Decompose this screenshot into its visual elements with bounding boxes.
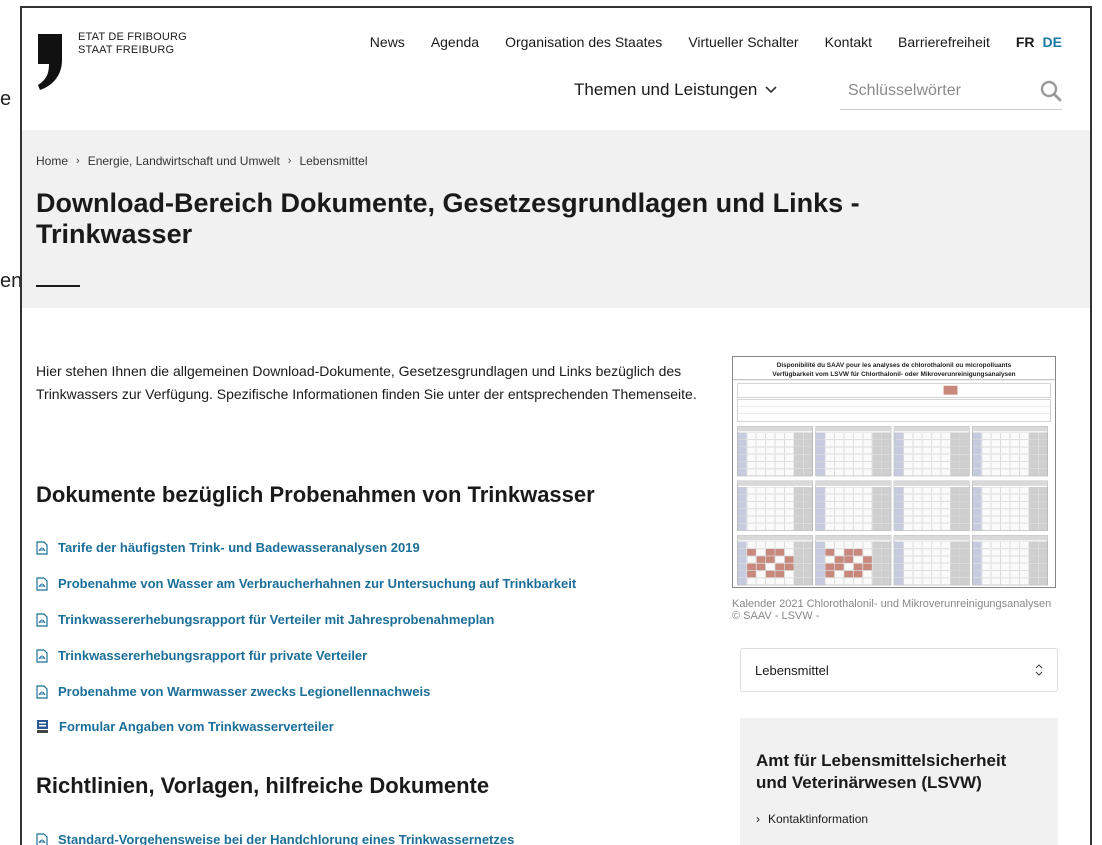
themen-menu-button[interactable]: Themen und Leistungen <box>574 80 777 100</box>
contact-box: Amt für Lebensmittelsicherheit und Veter… <box>740 718 1058 845</box>
section-heading-probenahmen: Dokumente bezüglich Probenahmen von Trin… <box>36 482 595 507</box>
edge-text-1: e <box>0 88 12 110</box>
intro-paragraph: Hier stehen Ihnen die allgemeinen Downlo… <box>36 363 697 402</box>
contact-info-link[interactable]: › Kontaktinformation <box>756 812 1042 826</box>
download-link[interactable]: Probenahme von Wasser am Verbraucherhahn… <box>36 576 576 591</box>
nav-organisation[interactable]: Organisation des Staates <box>505 34 662 50</box>
download-link[interactable]: Standard-Vorgehensweise bei der Handchlo… <box>36 832 514 845</box>
nav-news[interactable]: News <box>370 34 405 50</box>
nav-virtueller-schalter[interactable]: Virtueller Schalter <box>688 34 798 50</box>
download-link-label: Tarife der häufigsten Trink- und Badewas… <box>58 540 420 555</box>
browser-frame: ETAT DE FRIBOURG STAAT FREIBURG News Age… <box>20 6 1092 845</box>
calendar-title-fr: Disponibilité du SAAV pour les analyses … <box>777 362 1012 369</box>
language-switcher: FR DE <box>1016 34 1062 50</box>
themen-label: Themen und Leistungen <box>574 80 758 99</box>
calendar-months <box>737 426 1048 586</box>
download-link-label: Probenahme von Wasser am Verbraucherhahn… <box>58 576 577 591</box>
docx-icon <box>37 720 48 733</box>
page-hero: Home › Energie, Landwirtschaft und Umwel… <box>22 130 1090 308</box>
select-arrows-icon <box>1035 664 1043 676</box>
download-link-label: Formular Angaben vom Trinkwasserverteile… <box>59 719 334 734</box>
download-link[interactable]: Formular Angaben vom Trinkwasserverteile… <box>36 719 334 734</box>
title-underline <box>36 285 80 287</box>
pdf-icon <box>36 648 48 663</box>
pdf-icon <box>36 576 48 591</box>
calendar-title-de: Verfügbarkeit vom LSVW für Chlorthalonil… <box>772 371 1015 378</box>
search-bar <box>840 72 1062 110</box>
search-input[interactable] <box>840 81 1010 100</box>
pdf-icon <box>36 832 48 845</box>
breadcrumb: Home › Energie, Landwirtschaft und Umwel… <box>36 154 368 168</box>
top-navigation: News Agenda Organisation des Staates Vir… <box>370 34 1062 50</box>
logo-line-1: ETAT DE FRIBOURG <box>78 31 187 43</box>
breadcrumb-home[interactable]: Home <box>36 154 68 168</box>
breadcrumb-energie[interactable]: Energie, Landwirtschaft und Umwelt <box>88 154 280 168</box>
logo-text[interactable]: ETAT DE FRIBOURG STAAT FREIBURG <box>78 31 187 57</box>
breadcrumb-separator-icon: › <box>76 155 80 167</box>
topic-select[interactable]: Lebensmittel <box>740 648 1058 692</box>
contact-box-title: Amt für Lebensmittelsicherheit und Veter… <box>756 751 1007 792</box>
main-content: Hier stehen Ihnen die allgemeinen Downlo… <box>22 308 1090 845</box>
download-link[interactable]: Tarife der häufigsten Trink- und Badewas… <box>36 540 420 555</box>
nav-kontakt[interactable]: Kontakt <box>825 34 872 50</box>
download-link[interactable]: Trinkwassererhebungsrapport für private … <box>36 648 367 663</box>
site-header: ETAT DE FRIBOURG STAAT FREIBURG News Age… <box>22 8 1090 128</box>
pdf-icon <box>36 612 48 627</box>
pdf-icon <box>36 540 48 555</box>
fribourg-logo-icon[interactable] <box>36 30 66 90</box>
logo-line-2: STAAT FREIBURG <box>78 44 175 56</box>
download-link-label: Probenahme von Warmwasser zwecks Legione… <box>58 684 431 699</box>
download-link-label: Standard-Vorgehensweise bei der Handchlo… <box>58 832 515 845</box>
page-title: Download-Bereich Dokumente, Gesetzesgrun… <box>36 188 860 249</box>
calendar-caption: Kalender 2021 Chlorothalonil- und Mikrov… <box>732 598 1052 622</box>
topic-select-value: Lebensmittel <box>755 662 829 678</box>
calendar-image[interactable]: Disponibilité du SAAV pour les analyses … <box>732 356 1056 588</box>
breadcrumb-separator-icon: › <box>287 155 292 167</box>
download-link-label: Trinkwassererhebungsrapport für private … <box>58 648 368 663</box>
search-icon[interactable] <box>1040 80 1062 102</box>
contact-info-label: Kontaktinformation <box>768 812 869 826</box>
download-link[interactable]: Probenahme von Warmwasser zwecks Legione… <box>36 684 430 699</box>
download-link[interactable]: Trinkwassererhebungsrapport für Verteile… <box>36 612 494 627</box>
lang-fr[interactable]: FR <box>1016 34 1035 50</box>
nav-barrierefreiheit[interactable]: Barrierefreiheit <box>898 34 990 50</box>
pdf-icon <box>36 684 48 699</box>
breadcrumb-lebensmittel[interactable]: Lebensmittel <box>299 154 367 168</box>
section-heading-richtlinien: Richtlinien, Vorlagen, hilfreiche Dokume… <box>36 773 490 798</box>
chevron-down-icon <box>765 86 777 94</box>
lang-de[interactable]: DE <box>1043 34 1062 50</box>
download-link-label: Trinkwassererhebungsrapport für Verteile… <box>58 612 495 627</box>
chevron-right-icon: › <box>756 812 760 826</box>
edge-text-2: en <box>0 270 23 292</box>
nav-agenda[interactable]: Agenda <box>431 34 479 50</box>
